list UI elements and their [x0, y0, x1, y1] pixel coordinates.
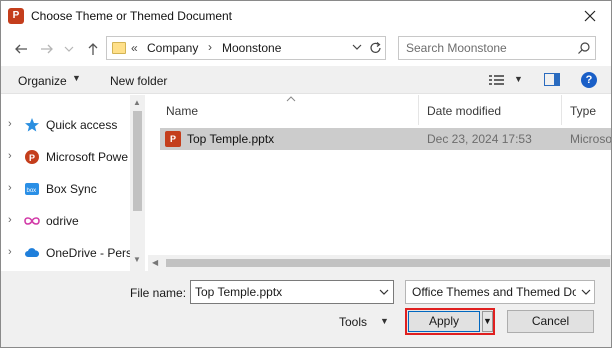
- column-header-name[interactable]: Name: [166, 104, 198, 118]
- sidebar-item-microsoft-powerpoint[interactable]: › P Microsoft Powe: [0, 144, 130, 170]
- address-bar[interactable]: « Company › Moonstone: [106, 36, 386, 60]
- sidebar-item-onedrive[interactable]: › OneDrive - Pers: [0, 240, 133, 266]
- search-input[interactable]: Search Moonstone: [398, 36, 596, 60]
- column-header-date-modified[interactable]: Date modified: [427, 104, 501, 118]
- chevron-down-icon: [581, 285, 591, 299]
- address-dropdown-button[interactable]: [352, 40, 362, 54]
- sidebar-item-label: Microsoft Powe: [46, 150, 129, 164]
- column-divider[interactable]: [561, 95, 562, 125]
- file-name-value: Top Temple.pptx: [195, 285, 283, 299]
- sidebar-item-label: Box Sync: [46, 182, 97, 196]
- file-type-select[interactable]: Office Themes and Themed Do: [405, 280, 595, 304]
- organize-button[interactable]: Organize: [18, 74, 67, 88]
- help-icon[interactable]: ?: [581, 72, 597, 88]
- forward-button[interactable]: [38, 40, 56, 58]
- scroll-down-icon[interactable]: ▼: [133, 255, 141, 264]
- svg-text:box: box: [27, 188, 37, 194]
- scrollbar-thumb[interactable]: [133, 111, 142, 211]
- powerpoint-icon: P: [8, 8, 24, 24]
- search-icon: [577, 41, 591, 55]
- sidebar-item-box-sync[interactable]: › box Box Sync: [0, 176, 130, 202]
- view-options-icon[interactable]: [488, 74, 506, 86]
- chevron-right-icon[interactable]: ›: [8, 246, 12, 258]
- back-button[interactable]: [12, 40, 30, 58]
- horizontal-scrollbar[interactable]: ◀: [148, 255, 612, 271]
- file-name: Top Temple.pptx: [187, 132, 275, 146]
- file-type: Microso: [570, 132, 612, 146]
- cancel-button[interactable]: Cancel: [507, 310, 594, 333]
- breadcrumb-moonstone[interactable]: Moonstone: [222, 41, 281, 55]
- chevron-right-icon[interactable]: ›: [8, 118, 12, 130]
- chevron-right-icon[interactable]: ›: [8, 214, 12, 226]
- cloud-icon: [24, 245, 40, 261]
- scroll-left-icon[interactable]: ◀: [152, 258, 158, 267]
- tools-button[interactable]: Tools: [339, 315, 367, 329]
- toolbar: Organize ▼ New folder ▼ ?: [0, 66, 612, 94]
- box-icon: box: [24, 181, 40, 197]
- preview-pane-icon[interactable]: [544, 73, 560, 86]
- apply-button[interactable]: Apply: [408, 311, 480, 332]
- window-title: Choose Theme or Themed Document: [31, 9, 232, 23]
- sidebar-item-label: OneDrive - Pers: [46, 246, 133, 260]
- up-button[interactable]: [84, 40, 102, 58]
- column-divider[interactable]: [418, 95, 419, 125]
- chevron-right-icon[interactable]: ›: [8, 150, 12, 162]
- apply-button-highlight: Apply ▼: [405, 308, 495, 335]
- sidebar-item-quick-access[interactable]: › Quick access: [0, 112, 130, 138]
- sidebar-item-label: odrive: [46, 214, 79, 228]
- star-icon: [24, 117, 40, 133]
- dialog-footer: File name: Top Temple.pptx Office Themes…: [0, 271, 612, 348]
- refresh-button[interactable]: [369, 40, 383, 56]
- recent-locations-button[interactable]: [63, 40, 75, 58]
- powerpoint-icon: P: [24, 149, 40, 165]
- chevron-right-icon[interactable]: ›: [208, 40, 212, 54]
- file-name-label: File name:: [130, 286, 187, 300]
- arrow-right-icon: [41, 44, 53, 54]
- scroll-up-icon[interactable]: ▲: [133, 98, 141, 107]
- chevron-right-icon[interactable]: ›: [8, 182, 12, 194]
- apply-dropdown-button[interactable]: ▼: [482, 311, 493, 332]
- new-folder-button[interactable]: New folder: [110, 74, 167, 88]
- chevron-down-icon[interactable]: [379, 285, 389, 299]
- sort-ascending-icon: [286, 95, 296, 103]
- refresh-icon: [370, 42, 381, 53]
- sidebar-scrollbar[interactable]: ▲ ▼: [130, 95, 145, 271]
- scrollbar-thumb[interactable]: [166, 259, 610, 267]
- folder-icon: [112, 42, 126, 54]
- caret-down-icon[interactable]: ▼: [514, 74, 523, 84]
- sidebar-item-odrive[interactable]: › odrive: [0, 208, 130, 234]
- caret-down-icon[interactable]: ▼: [72, 73, 81, 83]
- file-name-input[interactable]: Top Temple.pptx: [190, 280, 394, 304]
- title-bar: P Choose Theme or Themed Document: [0, 0, 612, 32]
- search-placeholder: Search Moonstone: [406, 41, 507, 55]
- chevron-down-icon: [352, 44, 362, 50]
- address-overflow[interactable]: «: [131, 41, 138, 55]
- breadcrumb-company[interactable]: Company: [147, 41, 198, 55]
- arrow-left-icon: [15, 44, 27, 54]
- file-list: Name Date modified Type P Top Temple.ppt…: [148, 95, 612, 271]
- chevron-down-icon: [64, 46, 74, 52]
- infinity-icon: [24, 213, 40, 229]
- close-icon: [584, 10, 596, 22]
- arrow-up-icon: [88, 43, 98, 55]
- sidebar-item-label: Quick access: [46, 118, 118, 132]
- file-row[interactable]: P Top Temple.pptx Dec 23, 2024 17:53 Mic…: [160, 128, 612, 150]
- pptx-file-icon: P: [165, 131, 181, 147]
- file-date-modified: Dec 23, 2024 17:53: [427, 132, 532, 146]
- svg-text:P: P: [29, 153, 35, 163]
- close-button[interactable]: [574, 2, 606, 30]
- navigation-pane: › Quick access › P Microsoft Powe › box …: [0, 95, 145, 271]
- caret-down-icon[interactable]: ▼: [380, 316, 389, 326]
- file-type-value: Office Themes and Themed Do: [412, 285, 576, 299]
- column-header-type[interactable]: Type: [570, 104, 596, 118]
